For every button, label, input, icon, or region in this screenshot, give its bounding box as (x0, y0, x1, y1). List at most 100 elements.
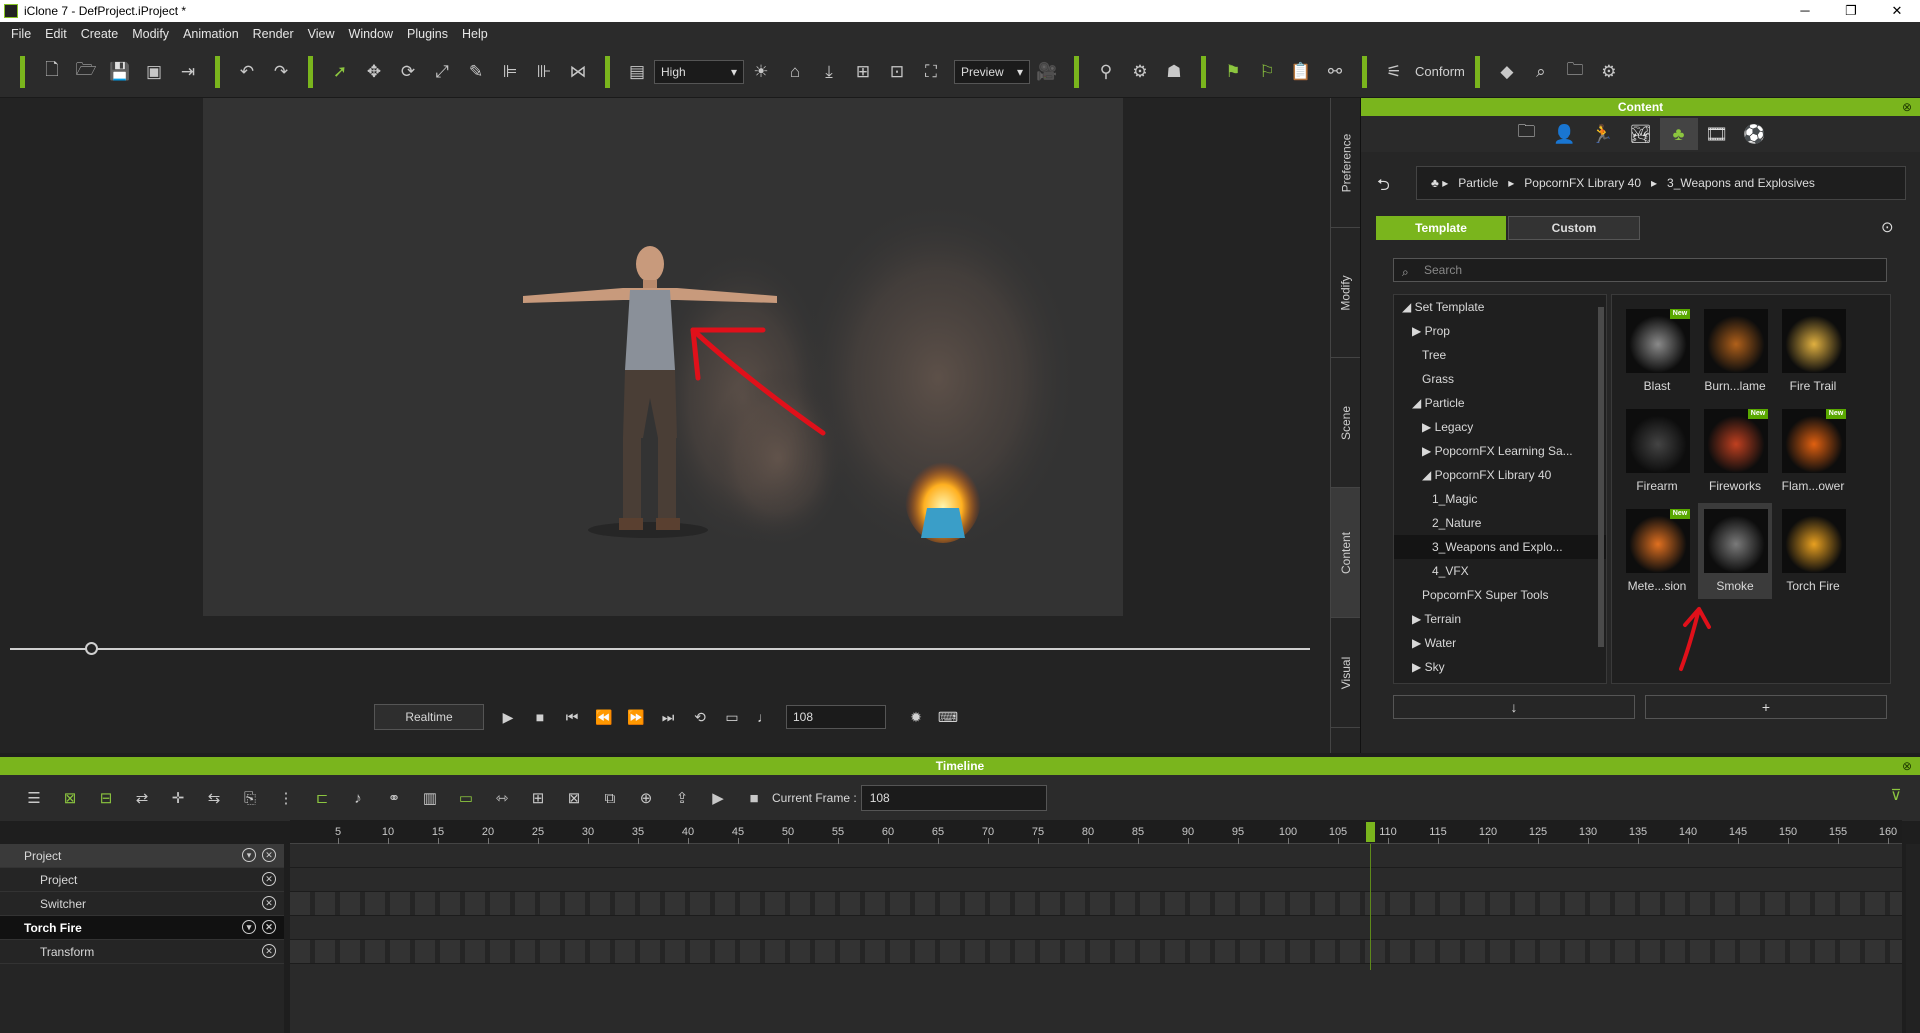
maximize-button[interactable]: ❐ (1828, 0, 1874, 22)
download-button[interactable]: ↓ (1393, 695, 1635, 719)
tab-template[interactable]: Template (1376, 216, 1506, 240)
pose-icon[interactable]: ⚯ (1318, 57, 1352, 87)
track-menu-icon[interactable]: ▾ (242, 848, 256, 862)
tree-node[interactable]: ▶ Prop (1394, 319, 1606, 343)
minimize-button[interactable]: ─ (1782, 0, 1828, 22)
physics-icon[interactable]: ⚙ (1123, 57, 1157, 87)
remove-track-icon[interactable]: ✕ (262, 920, 276, 934)
collect-clip-icon[interactable]: ⊏ (304, 783, 340, 813)
menu-render[interactable]: Render (246, 27, 301, 41)
current-frame-input[interactable]: 108 (860, 785, 1047, 811)
select-arrow-icon[interactable]: ➚ (323, 57, 357, 87)
tab-content[interactable]: Content (1331, 488, 1361, 618)
3d-viewport[interactable] (203, 98, 1123, 616)
music-note-icon[interactable]: ♩ (748, 704, 780, 730)
remove-track-icon[interactable]: ✕ (262, 872, 276, 886)
content-item[interactable]: Smoke (1698, 503, 1772, 599)
content-item[interactable]: Firearm (1620, 403, 1694, 499)
remove-track-icon[interactable]: ✕ (262, 848, 276, 862)
timeline-scrollbar[interactable] (1906, 844, 1920, 1033)
menu-window[interactable]: Window (342, 27, 400, 41)
timeline-playhead[interactable] (1366, 822, 1375, 842)
track-area[interactable] (290, 844, 1902, 1033)
menu-modify[interactable]: Modify (125, 27, 176, 41)
tree-node[interactable]: Tree (1394, 343, 1606, 367)
previous-key-icon[interactable]: ⏮ (556, 704, 588, 730)
save-icon[interactable]: 💾 (103, 57, 137, 87)
actor-icon[interactable]: 👤 (1546, 118, 1584, 150)
undo-icon[interactable]: ↶ (230, 57, 264, 87)
menu-edit[interactable]: Edit (38, 27, 74, 41)
delete-frame-icon[interactable]: ⊠ (556, 783, 592, 813)
breadcrumb-item[interactable]: 3_Weapons and Explosives (1667, 176, 1815, 190)
tree-node[interactable]: 2_Nature (1394, 511, 1606, 535)
search-input[interactable]: ⌕ Search (1393, 258, 1887, 282)
close-button[interactable]: ✕ (1874, 0, 1920, 22)
tree-node[interactable]: ◢ Particle (1394, 391, 1606, 415)
tree-node[interactable]: ▶ Sky (1394, 655, 1606, 679)
select-all-icon[interactable]: ⊠ (52, 783, 88, 813)
tab-custom[interactable]: Custom (1508, 216, 1640, 240)
content-item[interactable]: New Flam...ower (1776, 403, 1850, 499)
link-icon[interactable]: ⚲ (1089, 57, 1123, 87)
viewport-time-slider[interactable] (10, 648, 1310, 650)
loop-icon[interactable]: ⟲ (684, 704, 716, 730)
rotate-icon[interactable]: ⟳ (391, 57, 425, 87)
snap-icon[interactable]: ⋈ (561, 57, 595, 87)
timeline-ruler[interactable]: 5 10 15 20 25 30 35 40 45 50 55 60 65 70 75 80 85 90 95 100… (290, 820, 1902, 844)
content-item[interactable]: Fire Trail (1776, 303, 1850, 399)
tree-node[interactable]: PopcornFX Super Tools (1394, 583, 1606, 607)
align-left-icon[interactable]: ⊫ (493, 57, 527, 87)
home-icon[interactable]: ⌂ (778, 57, 812, 87)
close-icon[interactable]: ⊗ (1902, 757, 1912, 775)
track-row[interactable] (290, 892, 1902, 916)
camera-icon[interactable]: 🎥 (1030, 57, 1064, 87)
zoom-selected-icon[interactable]: ⊡ (880, 57, 914, 87)
zoom-extent-icon[interactable]: ⊞ (846, 57, 880, 87)
flag-icon[interactable]: ⚐ (1250, 57, 1284, 87)
tab-modify[interactable]: Modify (1331, 228, 1361, 358)
tree-node[interactable]: ▶ Legacy (1394, 415, 1606, 439)
tab-visual[interactable]: Visual (1331, 618, 1361, 728)
close-icon[interactable]: ⊗ (1902, 98, 1912, 116)
menu-animation[interactable]: Animation (176, 27, 246, 41)
stop-icon[interactable]: ■ (524, 704, 556, 730)
content-item[interactable]: Burn...lame (1698, 303, 1772, 399)
align-icon[interactable]: ⊪ (527, 57, 561, 87)
tab-preference[interactable]: Preference (1331, 98, 1361, 228)
remove-track-icon[interactable]: ✕ (262, 896, 276, 910)
tree-node[interactable]: ▶ PopcornFX Learning Sa... (1394, 439, 1606, 463)
next-key-icon[interactable]: ⏭ (652, 704, 684, 730)
move-icon[interactable]: ✥ (357, 57, 391, 87)
track-row[interactable] (290, 844, 1902, 868)
menu-plugins[interactable]: Plugins (400, 27, 455, 41)
menu-help[interactable]: Help (455, 27, 495, 41)
conform-icon[interactable]: ⚟ (1377, 57, 1411, 87)
export-range-icon[interactable]: ⇪ (664, 783, 700, 813)
clipboard-icon[interactable]: 📋 (1284, 57, 1318, 87)
tree-node[interactable]: 3_Weapons and Explo... (1394, 535, 1606, 559)
track-list-icon[interactable]: ☰ (16, 783, 52, 813)
breadcrumb-item[interactable]: PopcornFX Library 40 (1524, 176, 1641, 190)
display-icon[interactable]: ▤ (620, 57, 654, 87)
back-icon[interactable]: ⮌ (1377, 174, 1390, 201)
keyboard-icon[interactable]: ⌨ (932, 704, 964, 730)
tree-node[interactable]: ▶ Terrain (1394, 607, 1606, 631)
gizmo-icon[interactable]: ◆ (1490, 57, 1524, 87)
track-header[interactable]: Torch Fire ✕ ▾ (0, 916, 284, 940)
track-menu-icon[interactable]: ▾ (242, 920, 256, 934)
redo-icon[interactable]: ↷ (264, 57, 298, 87)
stage-icon[interactable]: 🏞 (1622, 118, 1660, 150)
track-row[interactable] (290, 940, 1902, 964)
drop-to-floor-icon[interactable]: ⤓ (812, 57, 846, 87)
animation-icon[interactable]: 🏃 (1584, 118, 1622, 150)
range-icon[interactable]: ⇿ (484, 783, 520, 813)
tree-node[interactable]: 4_VFX (1394, 559, 1606, 583)
tab-scene[interactable]: Scene (1331, 358, 1361, 488)
content-item[interactable]: New Mete...sion (1620, 503, 1694, 599)
menu-view[interactable]: View (301, 27, 342, 41)
layer-icon[interactable]: ⊟ (88, 783, 124, 813)
timeline-options-icon[interactable]: ⊽ (1878, 780, 1914, 810)
crowd-icon[interactable]: ☗ (1157, 57, 1191, 87)
subtitle-icon[interactable]: ▭ (716, 704, 748, 730)
